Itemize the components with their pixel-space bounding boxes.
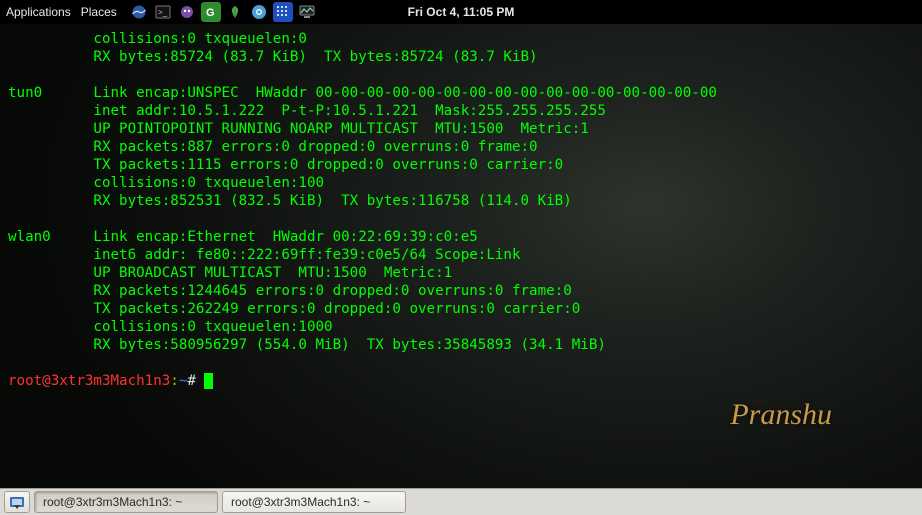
chromium-icon[interactable] [249, 2, 269, 22]
taskbar-item-1[interactable]: root@3xtr3m3Mach1n3: ~ [222, 491, 406, 513]
prompt-sep: : [170, 373, 179, 389]
clock[interactable]: Fri Oct 4, 11:05 PM [408, 5, 515, 19]
top-panel: Applications Places >_ G Fri Oct 4, 11:0… [0, 0, 922, 24]
menu-applications[interactable]: Applications [6, 5, 71, 19]
prompt-hash: # [187, 373, 204, 389]
terminal-output[interactable]: collisions:0 txqueuelen:0 RX bytes:85724… [0, 24, 922, 488]
terminal-icon[interactable]: >_ [153, 2, 173, 22]
pidgin-icon[interactable] [177, 2, 197, 22]
monitor-icon[interactable] [297, 2, 317, 22]
svg-text:>_: >_ [158, 8, 168, 17]
taskbar-item-label: root@3xtr3m3Mach1n3: ~ [43, 495, 182, 509]
greenbone-icon[interactable]: G [201, 2, 221, 22]
grid-icon[interactable] [273, 2, 293, 22]
menu-places[interactable]: Places [81, 5, 117, 19]
leaf-icon[interactable] [225, 2, 245, 22]
terminal-text: collisions:0 txqueuelen:0 RX bytes:85724… [8, 31, 734, 353]
svg-text:G: G [206, 7, 215, 19]
taskbar-item-label: root@3xtr3m3Mach1n3: ~ [231, 495, 370, 509]
iceweasel-icon[interactable] [129, 2, 149, 22]
bottom-panel: root@3xtr3m3Mach1n3: ~ root@3xtr3m3Mach1… [0, 488, 922, 515]
show-desktop-button[interactable] [4, 491, 30, 513]
cursor [204, 373, 213, 389]
prompt-user: root@3xtr3m3Mach1n3 [8, 373, 170, 389]
taskbar-item-0[interactable]: root@3xtr3m3Mach1n3: ~ [34, 491, 218, 513]
